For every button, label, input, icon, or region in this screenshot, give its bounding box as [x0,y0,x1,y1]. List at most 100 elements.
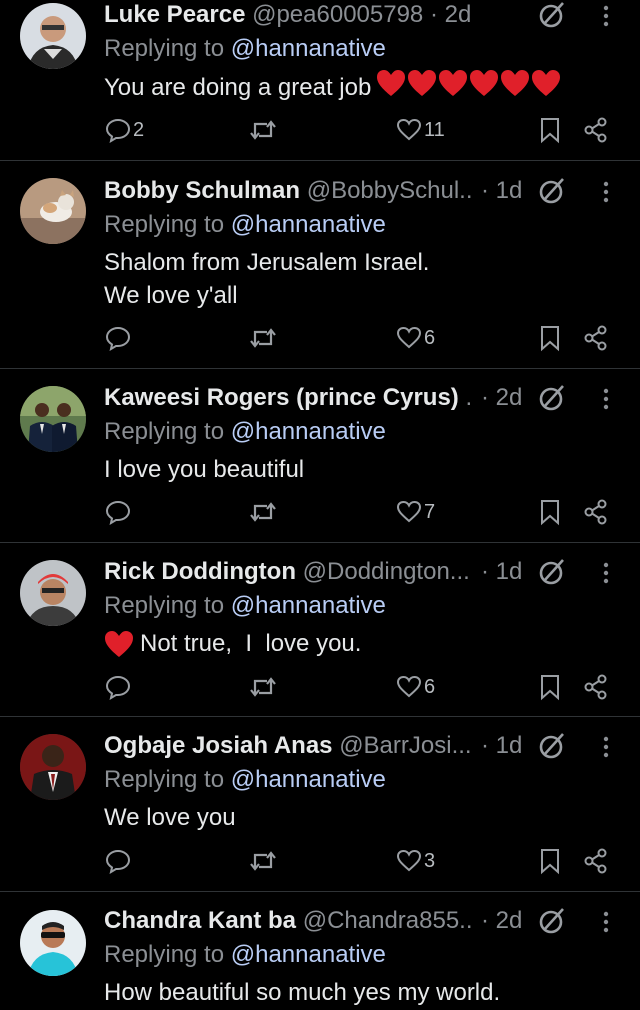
more-vertical-icon[interactable] [596,559,616,587]
display-name[interactable]: Ogbaje Josiah Anas [104,732,333,759]
tweet-6[interactable]: Chandra Kant ba @Chandra855... · 2d Repl… [0,906,640,1010]
like-count: 7 [424,500,436,523]
tweet-4[interactable]: Rick Doddington @Doddington... · 1d Repl… [0,557,640,717]
tweet-header: Luke Pearce @pea60005798 · 2d [104,0,524,30]
retweet-button[interactable] [248,845,278,877]
tweet-text-content: You are doing a great job [104,73,372,101]
more-vertical-icon[interactable] [596,733,616,761]
tweet-1[interactable]: Luke Pearce @pea60005798 · 2d Replying t… [0,0,640,160]
display-name[interactable]: Luke Pearce [104,1,245,28]
tweet-5[interactable]: Ogbaje Josiah Anas @BarrJosi... · 1d Rep… [0,731,640,891]
retweet-icon [250,120,276,140]
replying-to-label: Replying to [104,211,225,238]
like-button[interactable]: 3 [396,845,435,877]
reply-button[interactable] [105,845,133,877]
timestamp[interactable]: · 1d [481,176,522,206]
avatar[interactable] [20,386,86,452]
heart-icon [396,118,422,141]
share-button[interactable] [583,322,609,354]
more-vertical-icon[interactable] [596,2,616,30]
avatar[interactable] [20,910,86,976]
reply-button[interactable] [105,496,133,528]
reply-button[interactable]: 2 [105,114,144,146]
replying-to-label: Replying to [104,418,225,445]
grok-icon[interactable] [537,0,567,30]
share-button[interactable] [583,496,609,528]
reply-button[interactable] [105,671,133,703]
avatar[interactable] [20,734,86,800]
user-handle[interactable]: @Doddington... [303,558,470,585]
display-name[interactable]: Chandra Kant ba [104,907,296,934]
grok-icon[interactable] [537,906,567,936]
retweet-button[interactable] [248,671,278,703]
heart-icon [396,849,422,872]
mention-link[interactable]: @hannanative [231,941,386,968]
tweet-header: Bobby Schulman @BobbySchul... [104,176,474,206]
timestamp[interactable]: · 1d [481,557,522,587]
display-name[interactable]: Kaweesi Rogers (prince Cyrus) [104,384,459,411]
like-button[interactable]: 11 [396,114,445,146]
retweet-button[interactable] [248,114,278,146]
reply-button[interactable] [105,322,133,354]
like-button[interactable]: 7 [396,496,435,528]
red-heart-emoji [377,70,561,96]
mention-link[interactable]: @hannanative [231,766,386,793]
retweet-button[interactable] [248,496,278,528]
tweet-2[interactable]: Bobby Schulman @BobbySchul... · 1d Reply… [0,176,640,366]
divider [0,716,640,717]
share-button[interactable] [583,114,609,146]
replying-to-label: Replying to [104,941,225,968]
like-button[interactable]: 6 [396,322,435,354]
replying-to-label: Replying to [104,766,225,793]
grok-icon[interactable] [537,731,567,761]
replying-to: Replying to @hannanative [104,417,386,447]
display-name[interactable]: Rick Doddington [104,558,296,585]
replying-to-label: Replying to [104,35,225,62]
action-bar: 3 [0,845,640,877]
avatar[interactable] [20,3,86,69]
user-handle[interactable]: @BarrJosi... [339,732,471,759]
tweet-text-line: I love you beautiful [104,456,305,483]
bookmark-button[interactable] [538,845,562,877]
tweet-3[interactable]: Kaweesi Rogers (prince Cyrus) ... · 2d R… [0,383,640,543]
replying-to: Replying to @hannanative [104,765,386,795]
share-icon [584,117,607,143]
like-button[interactable]: 6 [396,671,435,703]
heart-icon [396,500,422,523]
bookmark-button[interactable] [538,496,562,528]
more-vertical-icon[interactable] [596,178,616,206]
user-handle[interactable]: @pea60005798 [252,1,423,28]
action-bar: 6 [0,671,640,703]
retweet-icon [250,328,276,348]
timestamp[interactable]: · 2d [481,906,522,936]
more-vertical-icon[interactable] [596,908,616,936]
bookmark-button[interactable] [538,671,562,703]
grok-icon[interactable] [537,176,567,206]
grok-icon[interactable] [537,383,567,413]
timestamp[interactable]: · 2d [430,1,471,28]
bookmark-icon [541,500,559,526]
avatar[interactable] [20,560,86,626]
mention-link[interactable]: @hannanative [231,35,386,62]
bookmark-button[interactable] [538,322,562,354]
avatar[interactable] [20,178,86,244]
tweet-header: Kaweesi Rogers (prince Cyrus) ... [104,383,474,413]
mention-link[interactable]: @hannanative [231,211,386,238]
timestamp[interactable]: · 1d [481,731,522,761]
retweet-button[interactable] [248,322,278,354]
user-handle[interactable]: @Chandra855... [303,907,474,934]
bookmark-button[interactable] [538,114,562,146]
user-handle[interactable]: @BobbySchul... [307,177,474,204]
display-name[interactable]: Bobby Schulman [104,177,300,204]
mention-link[interactable]: @hannanative [231,418,386,445]
grok-icon[interactable] [537,557,567,587]
share-button[interactable] [583,671,609,703]
tweet-text: I love you beautiful [104,453,604,486]
mention-link[interactable]: @hannanative [231,592,386,619]
share-button[interactable] [583,845,609,877]
more-vertical-icon[interactable] [596,385,616,413]
retweet-icon [250,851,276,871]
timestamp[interactable]: · 2d [481,383,522,413]
user-handle[interactable]: ... [465,384,474,411]
reply-icon [105,675,131,700]
